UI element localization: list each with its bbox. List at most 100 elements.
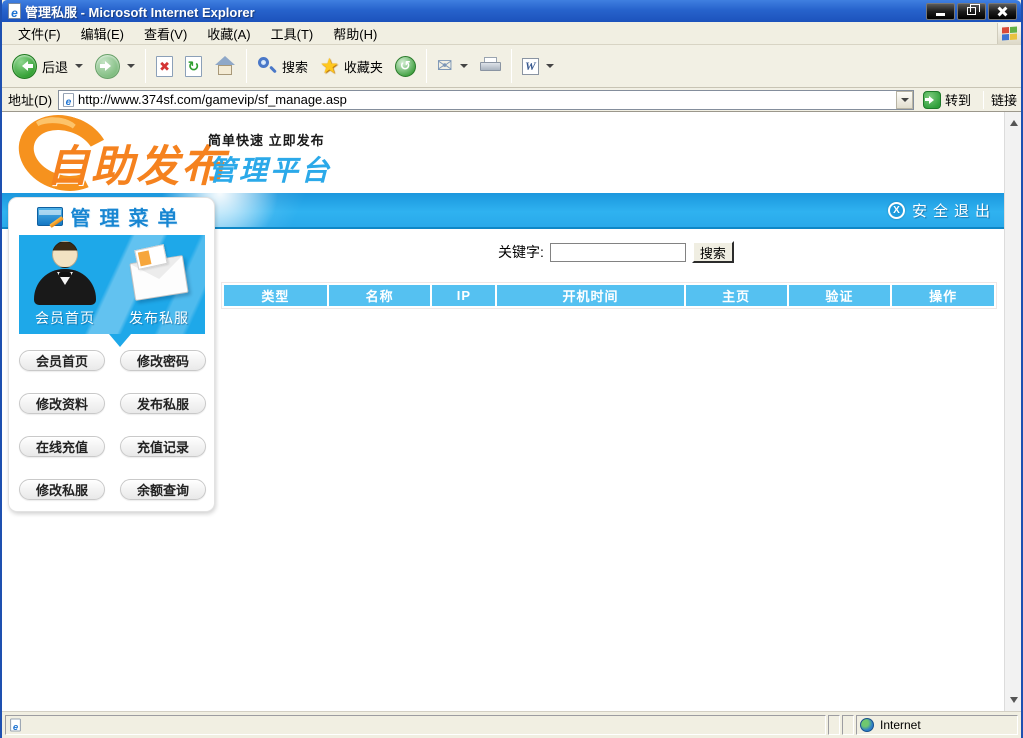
scroll-up-icon [1010, 120, 1018, 126]
scroll-down-button[interactable] [1005, 692, 1021, 708]
close-icon [997, 6, 1008, 17]
vertical-scrollbar[interactable] [1004, 112, 1021, 711]
browser-window: e 管理私服 - Microsoft Internet Explorer 文件(… [0, 0, 1023, 738]
forward-dropdown-icon[interactable] [127, 64, 135, 68]
ie-logo-icon: e [8, 3, 21, 19]
page-icon: e [63, 93, 74, 107]
menu-button-recharge-records[interactable]: 充值记录 [120, 436, 206, 457]
search-icon [257, 56, 277, 76]
menu-button-online-recharge[interactable]: 在线充值 [19, 436, 105, 457]
title-bar: e 管理私服 - Microsoft Internet Explorer [2, 0, 1021, 22]
stop-button[interactable]: ✖ [150, 47, 179, 85]
security-zone-panel: Internet [856, 715, 1018, 735]
menu-button-publish-server[interactable]: 发布私服 [120, 393, 206, 414]
search-button[interactable]: 搜索 [251, 47, 314, 85]
logout-x-icon: X [888, 202, 905, 219]
scroll-up-button[interactable] [1005, 115, 1021, 131]
home-button[interactable] [208, 47, 242, 85]
print-icon [480, 57, 501, 75]
menu-button-edit-server[interactable]: 修改私服 [19, 479, 105, 500]
column-homepage: 主页 [686, 285, 787, 306]
keyword-input[interactable] [550, 243, 686, 262]
windows-logo-icon [997, 23, 1021, 44]
back-dropdown-icon[interactable] [75, 64, 83, 68]
logo-main-text: 自助发布 [46, 132, 226, 194]
go-icon [923, 91, 941, 109]
menu-button-member-home[interactable]: 会员首页 [19, 350, 105, 371]
forward-icon [95, 54, 120, 79]
close-button[interactable] [988, 3, 1017, 20]
keyword-label: 关键字: [498, 242, 544, 262]
star-icon: ★ [320, 56, 339, 77]
toolbar: 后退 ✖ ↻ 搜索 ★ 收藏夹 ↺ ✉ [2, 45, 1021, 88]
zone-label: Internet [880, 718, 921, 732]
minimize-icon [936, 13, 945, 16]
mail-button[interactable]: ✉ [431, 47, 474, 85]
word-edit-icon: W [522, 58, 539, 75]
go-button[interactable]: 转到 [918, 89, 976, 111]
status-panel-2 [842, 715, 854, 735]
refresh-icon: ↻ [185, 56, 202, 77]
column-type: 类型 [224, 285, 327, 306]
server-table-header: 类型 名称 IP 开机时间 主页 验证 操作 [221, 282, 997, 309]
menu-button-balance-inquiry[interactable]: 余额查询 [120, 479, 206, 500]
edit-dropdown-icon[interactable] [546, 64, 554, 68]
print-button[interactable] [474, 47, 507, 85]
favorites-button[interactable]: ★ 收藏夹 [314, 47, 389, 85]
links-menu[interactable]: 链接 [991, 90, 1017, 109]
column-verify: 验证 [789, 285, 891, 306]
logo-tagline: 简单快速 立即发布 [208, 130, 332, 149]
site-header: 自助发布 简单快速 立即发布 管理平台 [2, 112, 1004, 193]
window-title: 管理私服 - Microsoft Internet Explorer [25, 2, 926, 21]
panel-pointer [109, 334, 131, 347]
window-controls [926, 3, 1017, 20]
menu-tools[interactable]: 工具(T) [261, 22, 324, 45]
column-actions: 操作 [892, 285, 994, 306]
scroll-down-icon [1010, 697, 1018, 703]
shortcut-member-home[interactable]: 会员首页 [19, 241, 111, 328]
search-submit-button[interactable]: 搜索 [692, 241, 734, 263]
restore-icon [967, 7, 976, 15]
address-label: 地址(D) [6, 90, 54, 109]
keyword-search: 关键字: 搜索 [498, 241, 734, 263]
menu-button-change-password[interactable]: 修改密码 [120, 350, 206, 371]
menu-bar: 文件(F) 编辑(E) 查看(V) 收藏(A) 工具(T) 帮助(H) [2, 22, 1021, 45]
status-panel-1 [828, 715, 840, 735]
history-icon: ↺ [395, 56, 416, 77]
minimize-button[interactable] [926, 3, 955, 20]
edit-button[interactable]: W [516, 47, 560, 85]
mail-dropdown-icon[interactable] [460, 64, 468, 68]
address-dropdown-button[interactable] [896, 91, 913, 109]
menu-button-edit-profile[interactable]: 修改资料 [19, 393, 105, 414]
folder-pencil-icon [37, 207, 63, 226]
shortcut-box: 会员首页 发布私服 [19, 235, 205, 334]
column-ip: IP [432, 285, 495, 306]
management-menu-panel: 管理菜单 会员首页 发布私服 [8, 197, 215, 512]
web-page: 自助发布 简单快速 立即发布 管理平台 X 安全退出 管理菜单 [2, 112, 1004, 711]
address-bar: 地址(D) e 转到 链接 [2, 88, 1021, 112]
panel-title: 管理菜单 [71, 202, 187, 231]
column-boot-time: 开机时间 [497, 285, 684, 306]
forward-button[interactable] [89, 47, 141, 85]
menu-view[interactable]: 查看(V) [134, 22, 197, 45]
shortcut-publish-server[interactable]: 发布私服 [113, 241, 205, 328]
address-input[interactable] [75, 92, 896, 108]
envelope-icon [126, 241, 192, 305]
menu-edit[interactable]: 编辑(E) [71, 22, 134, 45]
back-button[interactable]: 后退 [6, 47, 89, 85]
menu-file[interactable]: 文件(F) [8, 22, 71, 45]
status-bar: e Internet [2, 711, 1021, 738]
menu-buttons: 会员首页 修改密码 修改资料 发布私服 在线充值 充值记录 修改私服 余额查询 [19, 350, 206, 500]
address-field: e [58, 90, 914, 110]
history-button[interactable]: ↺ [389, 47, 422, 85]
refresh-button[interactable]: ↻ [179, 47, 208, 85]
menu-favorites[interactable]: 收藏(A) [197, 22, 260, 45]
internet-globe-icon [860, 718, 874, 732]
page-viewport: 自助发布 简单快速 立即发布 管理平台 X 安全退出 管理菜单 [2, 112, 1021, 711]
home-icon [214, 56, 236, 76]
logout-button[interactable]: X 安全退出 [888, 200, 996, 221]
back-icon [12, 54, 37, 79]
menu-help[interactable]: 帮助(H) [323, 22, 387, 45]
restore-button[interactable] [957, 3, 986, 20]
mail-icon: ✉ [437, 57, 453, 76]
